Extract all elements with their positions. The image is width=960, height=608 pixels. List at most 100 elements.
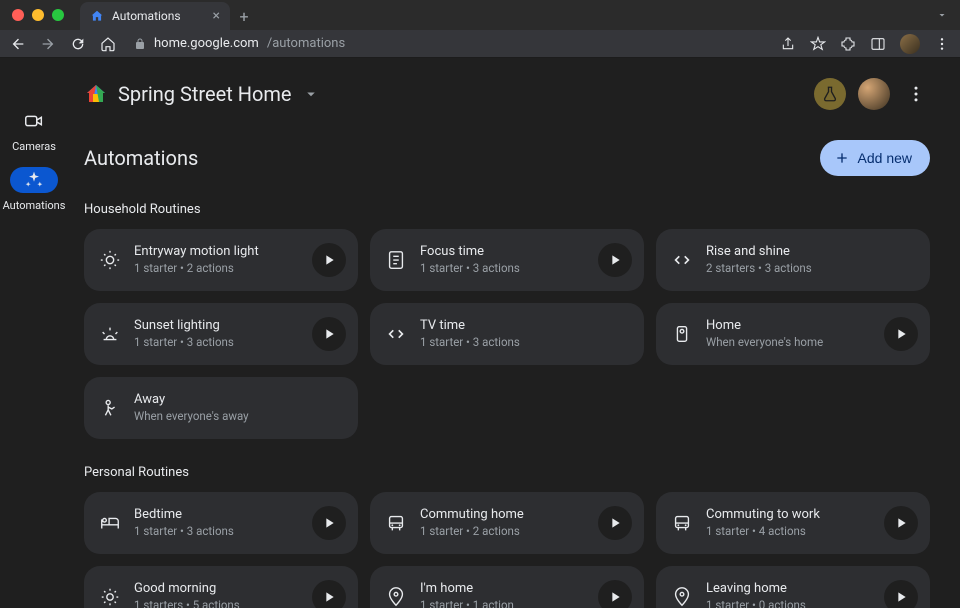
routine-card-text: I'm home1 starter • 1 action xyxy=(420,581,590,608)
routine-subtitle: 1 starter • 3 actions xyxy=(134,524,304,539)
routine-card[interactable]: Bedtime1 starter • 3 actions xyxy=(84,492,358,554)
routine-title: Focus time xyxy=(420,244,590,261)
sidebar-item-automations[interactable]: Automations xyxy=(3,167,66,212)
routine-card[interactable]: Rise and shine2 starters • 3 actions xyxy=(656,229,930,291)
routine-subtitle: 1 starter • 3 actions xyxy=(420,335,632,350)
routine-card[interactable]: Commuting home1 starter • 2 actions xyxy=(370,492,644,554)
browser-tab-active[interactable]: Automations × xyxy=(80,2,230,30)
sidebar-item-label: Cameras xyxy=(12,140,56,153)
routine-card-text: Good morning1 starters • 5 actions xyxy=(134,581,304,608)
routine-title: Home xyxy=(706,318,876,335)
routine-card-text: Sunset lighting1 starter • 3 actions xyxy=(134,318,304,350)
play-button[interactable] xyxy=(312,580,346,608)
chevron-down-icon[interactable] xyxy=(936,9,948,21)
reload-button[interactable] xyxy=(70,36,86,52)
routine-card[interactable]: Sunset lighting1 starter • 3 actions xyxy=(84,303,358,365)
play-button[interactable] xyxy=(884,506,918,540)
routine-subtitle: 1 starters • 5 actions xyxy=(134,598,304,608)
routine-title: Leaving home xyxy=(706,581,876,598)
app-root: Cameras Automations Spring Street Home xyxy=(0,58,960,608)
extensions-icon[interactable] xyxy=(840,36,856,52)
camera-icon xyxy=(10,108,58,134)
chevron-down-icon xyxy=(302,85,320,103)
play-button[interactable] xyxy=(598,580,632,608)
close-window-button[interactable] xyxy=(12,9,24,21)
main-content: Spring Street Home Automations Add new H… xyxy=(68,58,960,608)
routine-title: Rise and shine xyxy=(706,244,918,261)
play-button[interactable] xyxy=(884,580,918,608)
play-button[interactable] xyxy=(312,243,346,277)
home-selector[interactable]: Spring Street Home xyxy=(84,82,320,106)
google-home-favicon xyxy=(90,9,104,23)
routine-subtitle: 1 starter • 2 actions xyxy=(134,261,304,276)
chrome-menu-icon[interactable] xyxy=(934,36,950,52)
routine-title: Commuting to work xyxy=(706,507,876,524)
user-avatar[interactable] xyxy=(858,78,890,110)
section-title: Household Routines xyxy=(84,202,930,217)
home-name: Spring Street Home xyxy=(118,82,292,106)
sunset-icon xyxy=(98,322,122,346)
routine-card[interactable]: Focus time1 starter • 3 actions xyxy=(370,229,644,291)
routine-title: Entryway motion light xyxy=(134,244,304,261)
play-button[interactable] xyxy=(598,506,632,540)
routine-card-text: Commuting home1 starter • 2 actions xyxy=(420,507,590,539)
sidebar-item-label: Automations xyxy=(3,199,66,212)
browser-toolbar: home.google.com/automations xyxy=(0,30,960,58)
browser-tab-strip: Automations × + xyxy=(80,0,258,30)
experiments-icon[interactable] xyxy=(814,78,846,110)
routine-grid: Bedtime1 starter • 3 actions Commuting ho… xyxy=(84,492,930,608)
lock-icon xyxy=(134,38,146,50)
routine-subtitle: 1 starter • 0 actions xyxy=(706,598,876,608)
routine-card[interactable]: Leaving home1 starter • 0 actions xyxy=(656,566,930,608)
new-tab-button[interactable]: + xyxy=(230,2,258,30)
routine-card-text: HomeWhen everyone's home xyxy=(706,318,876,350)
close-tab-icon[interactable]: × xyxy=(213,9,220,23)
routine-card[interactable]: I'm home1 starter • 1 action xyxy=(370,566,644,608)
side-panel-icon[interactable] xyxy=(870,36,886,52)
bulb-icon xyxy=(98,248,122,272)
code-icon xyxy=(670,248,694,272)
routine-card[interactable]: HomeWhen everyone's home xyxy=(656,303,930,365)
script-icon xyxy=(384,248,408,272)
address-bar[interactable]: home.google.com/automations xyxy=(130,36,766,51)
app-header: Spring Street Home xyxy=(84,72,930,116)
sidebar-item-cameras[interactable]: Cameras xyxy=(10,108,58,153)
routine-card[interactable]: TV time1 starter • 3 actions xyxy=(370,303,644,365)
routine-title: TV time xyxy=(420,318,632,335)
forward-button[interactable] xyxy=(40,36,56,52)
routine-title: Good morning xyxy=(134,581,304,598)
routine-card-text: Leaving home1 starter • 0 actions xyxy=(706,581,876,608)
more-menu-icon[interactable] xyxy=(902,80,930,108)
profile-avatar[interactable] xyxy=(900,34,920,54)
section-title: Personal Routines xyxy=(84,465,930,480)
url-host: home.google.com xyxy=(154,36,259,51)
back-button[interactable] xyxy=(10,36,26,52)
routine-subtitle: When everyone's away xyxy=(134,409,346,424)
sidebar-rail: Cameras Automations xyxy=(0,58,68,608)
bookmark-icon[interactable] xyxy=(810,36,826,52)
play-button[interactable] xyxy=(312,506,346,540)
share-icon[interactable] xyxy=(780,36,796,52)
routine-card[interactable]: Commuting to work1 starter • 4 actions xyxy=(656,492,930,554)
routine-card[interactable]: Good morning1 starters • 5 actions xyxy=(84,566,358,608)
routine-card[interactable]: Entryway motion light1 starter • 2 actio… xyxy=(84,229,358,291)
play-button[interactable] xyxy=(312,317,346,351)
page-title: Automations xyxy=(84,146,198,170)
play-button[interactable] xyxy=(598,243,632,277)
routine-subtitle: 1 starter • 3 actions xyxy=(134,335,304,350)
routine-card[interactable]: AwayWhen everyone's away xyxy=(84,377,358,439)
add-new-button[interactable]: Add new xyxy=(820,140,930,176)
routine-grid: Entryway motion light1 starter • 2 actio… xyxy=(84,229,930,439)
home-button[interactable] xyxy=(100,36,116,52)
pin-icon xyxy=(384,585,408,608)
routine-subtitle: 1 starter • 3 actions xyxy=(420,261,590,276)
routine-card-text: AwayWhen everyone's away xyxy=(134,392,346,424)
play-button[interactable] xyxy=(884,317,918,351)
macos-titlebar: Automations × + xyxy=(0,0,960,30)
minimize-window-button[interactable] xyxy=(32,9,44,21)
routine-card-text: Entryway motion light1 starter • 2 actio… xyxy=(134,244,304,276)
bus-icon xyxy=(670,511,694,535)
maximize-window-button[interactable] xyxy=(52,9,64,21)
routine-subtitle: 1 starter • 4 actions xyxy=(706,524,876,539)
routine-title: Commuting home xyxy=(420,507,590,524)
